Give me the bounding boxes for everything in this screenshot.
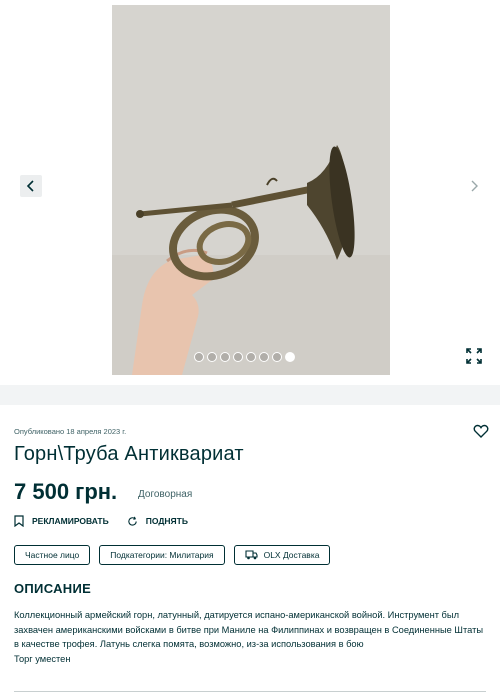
heart-icon: [473, 424, 489, 438]
fullscreen-button[interactable]: [465, 347, 485, 367]
photo-pagination: [194, 352, 295, 362]
photo-dot-active[interactable]: [285, 352, 295, 362]
expand-icon: [466, 348, 482, 364]
ad-details-card: Опубликовано 18 апреля 2023 г. Горн\Труб…: [0, 405, 500, 700]
published-date: Опубликовано 18 апреля 2023 г.: [14, 427, 127, 436]
description-heading: ОПИСАНИЕ: [14, 581, 92, 596]
raise-label: ПОДНЯТЬ: [145, 516, 188, 526]
photo-dot[interactable]: [259, 352, 269, 362]
tag-label: Частное лицо: [25, 550, 80, 560]
photo-dot[interactable]: [272, 352, 282, 362]
chevron-right-icon: [471, 180, 478, 192]
tag-label: OLX Доставка: [263, 550, 320, 560]
ad-price: 7 500 грн.: [14, 479, 118, 504]
next-photo-button[interactable]: [463, 175, 485, 197]
listing-photo[interactable]: [112, 5, 390, 375]
tag-label: Подкатегории: Милитария: [110, 550, 214, 560]
photo-dot[interactable]: [207, 352, 217, 362]
ad-tags: Частное лицо Подкатегории: Милитария OLX…: [14, 545, 331, 565]
promote-button[interactable]: РЕКЛАМИРОВАТЬ: [14, 515, 109, 527]
photo-dot[interactable]: [220, 352, 230, 362]
negotiable-label: Договорная: [138, 489, 193, 500]
tag-private-person[interactable]: Частное лицо: [14, 545, 91, 565]
photo-dot[interactable]: [233, 352, 243, 362]
tag-subcategory[interactable]: Подкатегории: Милитария: [99, 545, 225, 565]
photo-gallery: [0, 0, 500, 385]
description-note: Торг уместен: [14, 653, 71, 664]
refresh-icon: [128, 516, 137, 526]
bookmark-icon: [14, 515, 24, 527]
photo-dot[interactable]: [194, 352, 204, 362]
ad-title: Горн\Труба Антиквариат: [14, 443, 244, 465]
prev-photo-button[interactable]: [20, 175, 42, 197]
promote-label: РЕКЛАМИРОВАТЬ: [32, 516, 109, 526]
raise-button[interactable]: ПОДНЯТЬ: [127, 515, 188, 527]
chevron-left-icon: [26, 180, 34, 192]
ad-actions: РЕКЛАМИРОВАТЬ ПОДНЯТЬ: [14, 515, 188, 527]
photo-dot[interactable]: [246, 352, 256, 362]
description-text: Коллекционный армейский горн, латунный, …: [14, 608, 484, 666]
divider: [14, 691, 486, 692]
tag-olx-delivery[interactable]: OLX Доставка: [233, 545, 331, 565]
delivery-truck-icon: [245, 550, 258, 560]
favorite-button[interactable]: [473, 423, 491, 441]
description-body: Коллекционный армейский горн, латунный, …: [14, 610, 484, 649]
